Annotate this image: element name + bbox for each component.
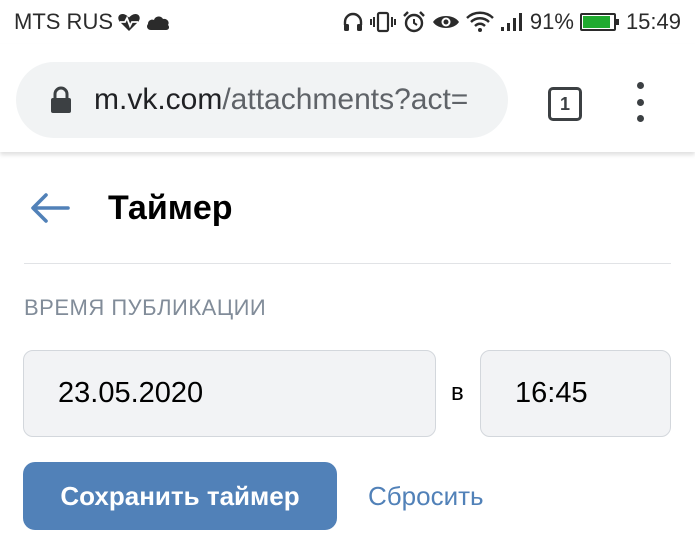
url-host: m.vk.com	[94, 83, 223, 116]
tabs-count: 1	[559, 93, 570, 114]
cloud-icon	[145, 13, 171, 31]
time-field[interactable]: 16:45	[480, 350, 671, 437]
vibrate-icon	[369, 11, 396, 33]
date-value: 23.05.2020	[58, 377, 204, 409]
clock-time: 15:49	[625, 9, 681, 34]
battery-fill	[582, 16, 611, 28]
section-label: ВРЕМЯ ПУБЛИКАЦИИ	[24, 295, 267, 320]
date-field[interactable]: 23.05.2020	[23, 350, 436, 437]
back-arrow-icon[interactable]	[28, 190, 72, 226]
lock-icon[interactable]	[50, 86, 72, 114]
menu-dot	[636, 98, 644, 106]
status-bar: MTS RUS 91% 15:49	[0, 0, 695, 44]
tabs-icon[interactable]: 1	[548, 87, 582, 121]
url-path: /attachments?act=	[222, 83, 469, 116]
time-value: 16:45	[515, 377, 588, 409]
carrier-name: MTS RUS	[14, 9, 113, 34]
address-bar[interactable]: m.vk.com/attachments?act=	[16, 62, 508, 138]
browser-toolbar: m.vk.com/attachments?act= 1	[0, 44, 695, 152]
menu-dot	[636, 115, 644, 122]
at-label: в	[451, 379, 464, 406]
header-divider	[24, 263, 671, 264]
headphones-icon	[342, 11, 364, 33]
battery-icon	[579, 13, 619, 31]
menu-dot	[636, 82, 644, 89]
status-right: 91% 15:49	[342, 9, 681, 35]
save-timer-button[interactable]: Сохранить таймер	[23, 462, 337, 530]
heart-pulse-icon	[117, 11, 141, 33]
wifi-icon	[466, 11, 494, 33]
status-left: MTS RUS	[14, 9, 171, 35]
eye-icon	[432, 12, 460, 32]
url-text: m.vk.com/attachments?act=	[94, 83, 468, 117]
more-vert-icon[interactable]	[628, 82, 652, 122]
battery-percent: 91%	[529, 9, 574, 34]
alarm-icon	[402, 10, 426, 34]
signal-icon	[500, 12, 524, 32]
page-title: Таймер	[108, 189, 233, 227]
reset-link[interactable]: Сбросить	[368, 481, 484, 512]
